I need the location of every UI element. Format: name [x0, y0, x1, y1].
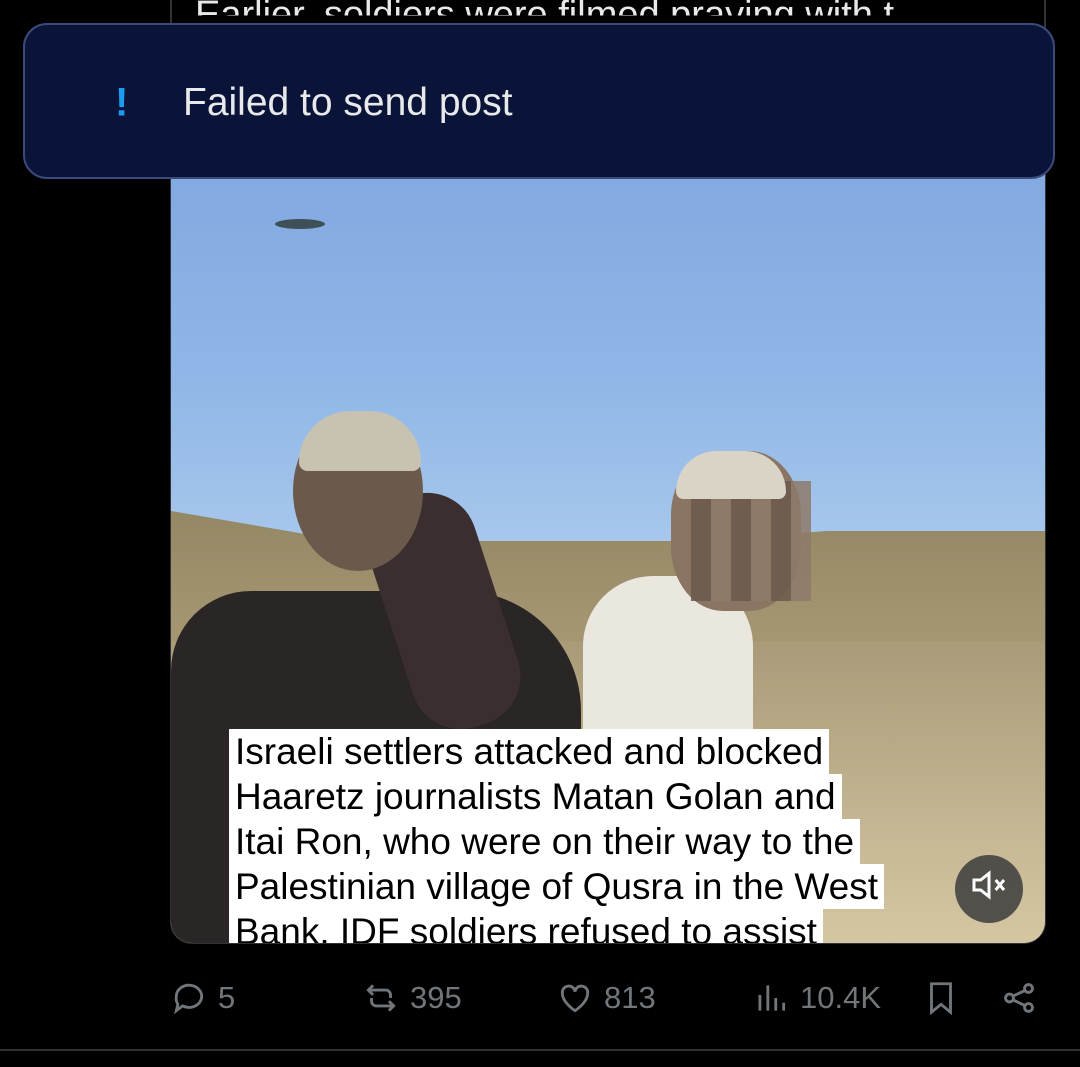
repost-icon: [366, 984, 396, 1012]
caption-line: Haaretz journalists Matan Golan and: [229, 774, 842, 819]
video-player[interactable]: Israeli settlers attacked and blocked Ha…: [170, 120, 1046, 944]
share-button[interactable]: [1000, 975, 1048, 1021]
thread-border-right: [1044, 0, 1046, 30]
unmute-button[interactable]: [955, 855, 1023, 923]
toast-message: Failed to send post: [183, 81, 513, 124]
reply-icon: [173, 983, 204, 1015]
view-count: 10.4K: [800, 980, 882, 1015]
bookmark-button[interactable]: [922, 975, 970, 1021]
video-frame-pixelated-face: [691, 481, 811, 601]
repost-button[interactable]: 395: [362, 975, 462, 1021]
reply-button[interactable]: 5: [170, 975, 235, 1021]
analytics-icon: [758, 985, 786, 1011]
like-button[interactable]: 813: [556, 975, 656, 1021]
caption-line: Palestinian village of Qusra in the West: [229, 864, 885, 909]
heart-icon: [560, 984, 590, 1013]
post-actions: 5 395 813 10.4K: [170, 975, 1050, 1021]
bookmark-icon: [930, 982, 952, 1016]
video-frame-object: [275, 219, 325, 229]
repost-count: 395: [410, 980, 462, 1015]
views-button[interactable]: 10.4K: [752, 975, 881, 1021]
video-frame-kippah: [676, 451, 786, 499]
error-toast[interactable]: ! Failed to send post: [23, 23, 1055, 179]
reply-count: 5: [218, 980, 236, 1015]
caption-line: Bank. IDF soldiers refused to assist: [229, 909, 823, 943]
like-count: 813: [604, 980, 656, 1015]
divider: [0, 1049, 1080, 1051]
share-icon: [1004, 983, 1034, 1013]
exclamation-icon: !: [115, 80, 129, 125]
caption-line: Israeli settlers attacked and blocked: [229, 729, 830, 774]
video-caption: Israeli settlers attacked and blocked Ha…: [229, 729, 989, 943]
caption-line: Itai Ron, who were on their way to the: [229, 819, 861, 864]
speaker-muted-icon: [969, 865, 1009, 913]
